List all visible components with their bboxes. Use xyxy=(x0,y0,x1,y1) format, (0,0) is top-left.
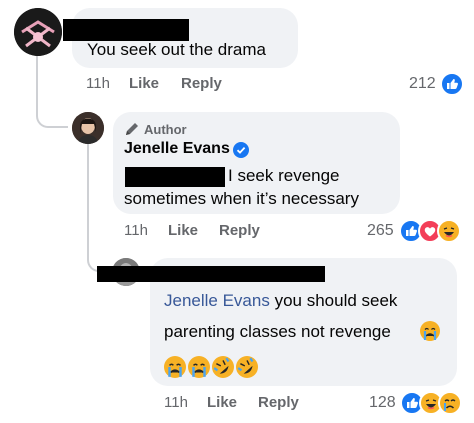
avatar[interactable] xyxy=(72,112,104,144)
reply-text-line1: Jenelle Evans you should seek xyxy=(164,289,397,313)
emoji-row xyxy=(164,356,264,380)
sad-icon xyxy=(438,391,462,415)
reaction-icons[interactable] xyxy=(399,219,461,243)
crying-face-icon xyxy=(164,356,186,378)
haha-icon xyxy=(437,219,461,243)
reply-text-line1: I seek revenge xyxy=(228,166,340,185)
redacted-name xyxy=(97,266,325,282)
reply-button[interactable]: Reply xyxy=(181,75,222,92)
avatar-image xyxy=(14,8,62,56)
reply-button[interactable]: Reply xyxy=(219,222,260,239)
reaction-icons[interactable] xyxy=(440,72,464,96)
like-icon xyxy=(440,72,464,96)
timestamp: 11h xyxy=(164,394,188,411)
reaction-icons[interactable] xyxy=(400,391,462,415)
like-button[interactable]: Like xyxy=(168,222,198,239)
thread-line-curve xyxy=(36,112,68,128)
reply-text-line2: sometimes when it’s necessary xyxy=(124,189,359,208)
reply-button[interactable]: Reply xyxy=(258,394,299,411)
like-button[interactable]: Like xyxy=(207,394,237,411)
thread-line-main xyxy=(36,55,38,115)
crying-face-icon xyxy=(188,356,210,378)
verified-badge-icon xyxy=(233,142,249,158)
pencil-icon xyxy=(126,123,138,135)
avatar[interactable] xyxy=(14,8,62,56)
reply-text-line2: parenting classes not revenge xyxy=(164,322,391,341)
reaction-count[interactable]: 212 xyxy=(409,75,436,93)
reaction-count[interactable]: 128 xyxy=(369,394,396,412)
rolling-laughing-icon xyxy=(212,356,234,378)
author-badge: Author xyxy=(144,122,187,137)
reply-text-rest: you should seek xyxy=(269,291,398,310)
crying-face-icon xyxy=(420,321,440,341)
rolling-laughing-icon xyxy=(236,356,258,378)
author-name[interactable]: Jenelle Evans xyxy=(124,140,230,158)
mention-link[interactable]: Jenelle Evans xyxy=(164,291,270,310)
thread-line-sub xyxy=(87,140,89,258)
comment-text: You seek out the drama xyxy=(87,40,266,59)
like-button[interactable]: Like xyxy=(129,75,159,92)
reaction-count[interactable]: 265 xyxy=(367,222,394,240)
timestamp: 11h xyxy=(86,75,110,92)
avatar-image xyxy=(72,112,104,144)
timestamp: 11h xyxy=(124,222,148,239)
redacted-mention xyxy=(125,167,225,187)
